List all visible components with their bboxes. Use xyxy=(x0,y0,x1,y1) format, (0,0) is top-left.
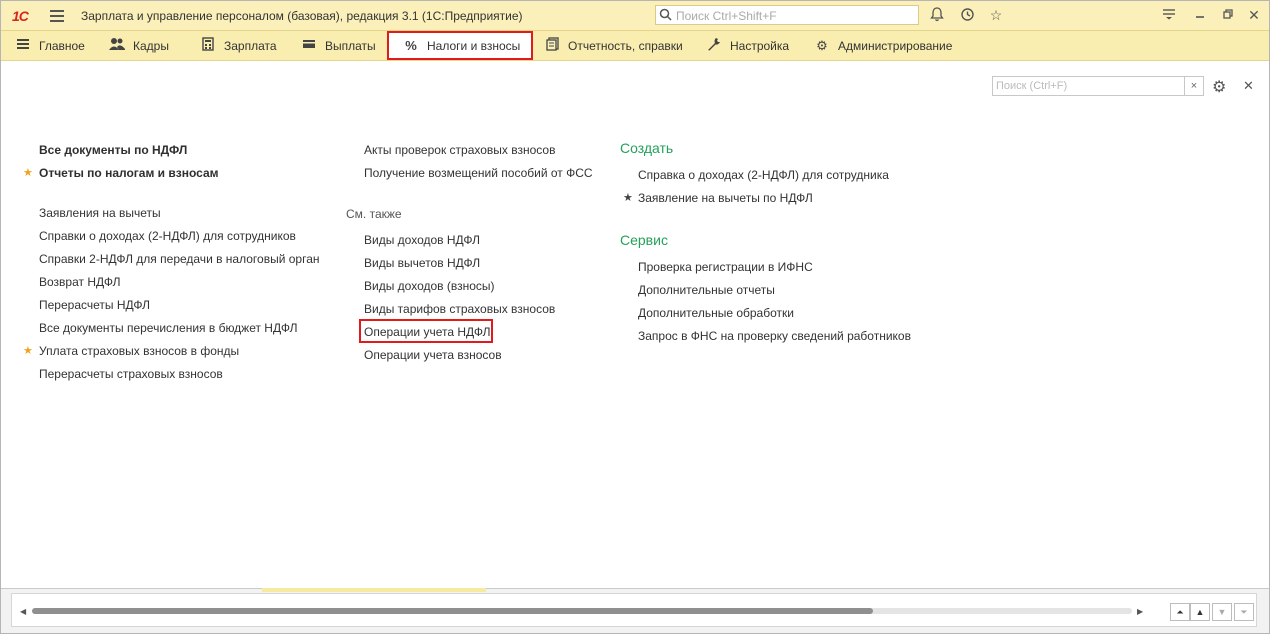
gear-icon: ⚙ xyxy=(816,37,828,53)
close-window-icon[interactable]: ✕ xyxy=(1246,7,1262,23)
app-logo: 1С xyxy=(12,8,29,24)
section-personnel[interactable]: Кадры xyxy=(109,31,169,60)
link-ndfl-refund[interactable]: Возврат НДФЛ xyxy=(39,275,120,289)
section-label: Зарплата xyxy=(224,38,277,53)
link-insurance-payments[interactable]: Уплата страховых взносов в фонды xyxy=(39,344,239,358)
global-search-placeholder: Поиск Ctrl+Shift+F xyxy=(676,9,777,23)
section-label: Главное xyxy=(39,38,85,53)
link-ndfl-income-types[interactable]: Виды доходов НДФЛ xyxy=(364,233,480,247)
scroll-up-button[interactable]: ▲ xyxy=(1190,603,1210,621)
calculator-icon xyxy=(200,37,216,54)
global-search-input[interactable]: Поиск Ctrl+Shift+F xyxy=(655,5,919,25)
section-administration[interactable]: ⚙ Администрирование xyxy=(814,31,952,60)
link-income-types-contributions[interactable]: Виды доходов (взносы) xyxy=(364,279,495,293)
section-label: Кадры xyxy=(133,38,169,53)
link-fss-reimbursements[interactable]: Получение возмещений пособий от ФСС xyxy=(364,166,593,180)
scroll-to-bottom-button[interactable]: ⏷ xyxy=(1234,603,1254,621)
section-search-input[interactable]: Поиск (Ctrl+F) × xyxy=(992,76,1204,96)
link-additional-processing[interactable]: Дополнительные обработки xyxy=(638,306,794,320)
link-deduction-applications[interactable]: Заявления на вычеты xyxy=(39,206,161,220)
section-label: Выплаты xyxy=(325,38,376,53)
scroll-left-arrow-icon[interactable]: ◀ xyxy=(20,607,26,616)
minimize-icon[interactable] xyxy=(1192,7,1208,23)
section-payments[interactable]: Выплаты xyxy=(301,31,376,60)
sections-panel: Главное Кадры Зарплата Выплаты % Налоги … xyxy=(1,31,1269,61)
link-tax-reports[interactable]: Отчеты по налогам и взносам xyxy=(39,166,219,180)
section-label: Администрирование xyxy=(838,38,953,53)
panel-settings-gear-icon[interactable]: ⚙ xyxy=(1212,77,1226,97)
section-search-placeholder: Поиск (Ctrl+F) xyxy=(996,80,1068,92)
history-icon[interactable] xyxy=(959,7,975,23)
section-label: Отчетность, справки xyxy=(568,38,683,53)
bell-icon[interactable] xyxy=(929,7,945,23)
link-ndfl-operations[interactable]: Операции учета НДФЛ xyxy=(364,325,491,339)
link-contribution-operations[interactable]: Операции учета взносов xyxy=(364,348,502,362)
link-ifns-registration-check[interactable]: Проверка регистрации в ИФНС xyxy=(638,260,813,274)
app-title: Зарплата и управление персоналом (базова… xyxy=(81,9,523,23)
link-insurance-recalculations[interactable]: Перерасчеты страховых взносов xyxy=(39,367,223,381)
favorites-star-icon[interactable]: ☆ xyxy=(988,7,1004,23)
documents-icon xyxy=(544,37,560,54)
create-header: Создать xyxy=(620,140,674,156)
restore-icon[interactable] xyxy=(1220,7,1236,23)
scroll-to-top-button[interactable]: ⏶ xyxy=(1170,603,1190,621)
link-insurance-audit-acts[interactable]: Акты проверок страховых взносов xyxy=(364,143,555,157)
link-income-certificates-employees[interactable]: Справки о доходах (2-НДФЛ) для сотрудник… xyxy=(39,229,296,243)
section-salary[interactable]: Зарплата xyxy=(200,31,277,60)
close-panel-icon[interactable]: ✕ xyxy=(1243,78,1254,94)
menu-icon xyxy=(15,38,31,53)
settings-lines-icon[interactable] xyxy=(1161,7,1177,23)
scroll-thumb[interactable] xyxy=(32,608,873,614)
section-reports[interactable]: Отчетность, справки xyxy=(544,31,683,60)
link-insurance-tariff-types[interactable]: Виды тарифов страховых взносов xyxy=(364,302,555,316)
section-main[interactable]: Главное xyxy=(15,31,85,60)
percent-icon: % xyxy=(405,38,417,53)
section-settings[interactable]: Настройка xyxy=(706,31,789,60)
active-window-tab[interactable] xyxy=(262,588,486,592)
favorite-star-icon: ★ xyxy=(23,167,33,179)
link-create-income-certificate[interactable]: Справка о доходах (2-НДФЛ) для сотрудник… xyxy=(638,168,889,182)
favorite-star-icon: ★ xyxy=(23,345,33,357)
link-create-deduction-application[interactable]: Заявление на вычеты по НДФЛ xyxy=(638,191,813,205)
link-additional-reports[interactable]: Дополнительные отчеты xyxy=(638,283,775,297)
main-menu-icon[interactable] xyxy=(50,10,64,22)
scroll-down-button[interactable]: ▼ xyxy=(1212,603,1232,621)
see-also-label: См. также xyxy=(346,207,402,221)
search-icon xyxy=(659,8,672,24)
scroll-right-arrow-icon[interactable]: ▶ xyxy=(1137,607,1143,616)
section-label: Налоги и взносы xyxy=(427,38,521,53)
wallet-icon xyxy=(301,38,317,53)
link-all-ndfl-documents[interactable]: Все документы по НДФЛ xyxy=(39,143,187,157)
people-icon xyxy=(109,37,125,54)
link-ndfl-budget-transfers[interactable]: Все документы перечисления в бюджет НДФЛ xyxy=(39,321,297,335)
service-header: Сервис xyxy=(620,232,668,248)
link-fns-employee-check-request[interactable]: Запрос в ФНС на проверку сведений работн… xyxy=(638,329,911,343)
link-ndfl-recalculations[interactable]: Перерасчеты НДФЛ xyxy=(39,298,150,312)
favorite-star-icon: ★ xyxy=(623,192,633,204)
section-label: Настройка xyxy=(730,38,790,53)
section-taxes[interactable]: % Налоги и взносы xyxy=(387,31,533,60)
wrench-icon xyxy=(706,37,722,54)
title-bar: 1С Зарплата и управление персоналом (баз… xyxy=(1,1,1269,31)
clear-search-icon[interactable]: × xyxy=(1184,77,1203,95)
link-2ndfl-tax-authority[interactable]: Справки 2-НДФЛ для передачи в налоговый … xyxy=(39,252,320,266)
link-ndfl-deduction-types[interactable]: Виды вычетов НДФЛ xyxy=(364,256,480,270)
